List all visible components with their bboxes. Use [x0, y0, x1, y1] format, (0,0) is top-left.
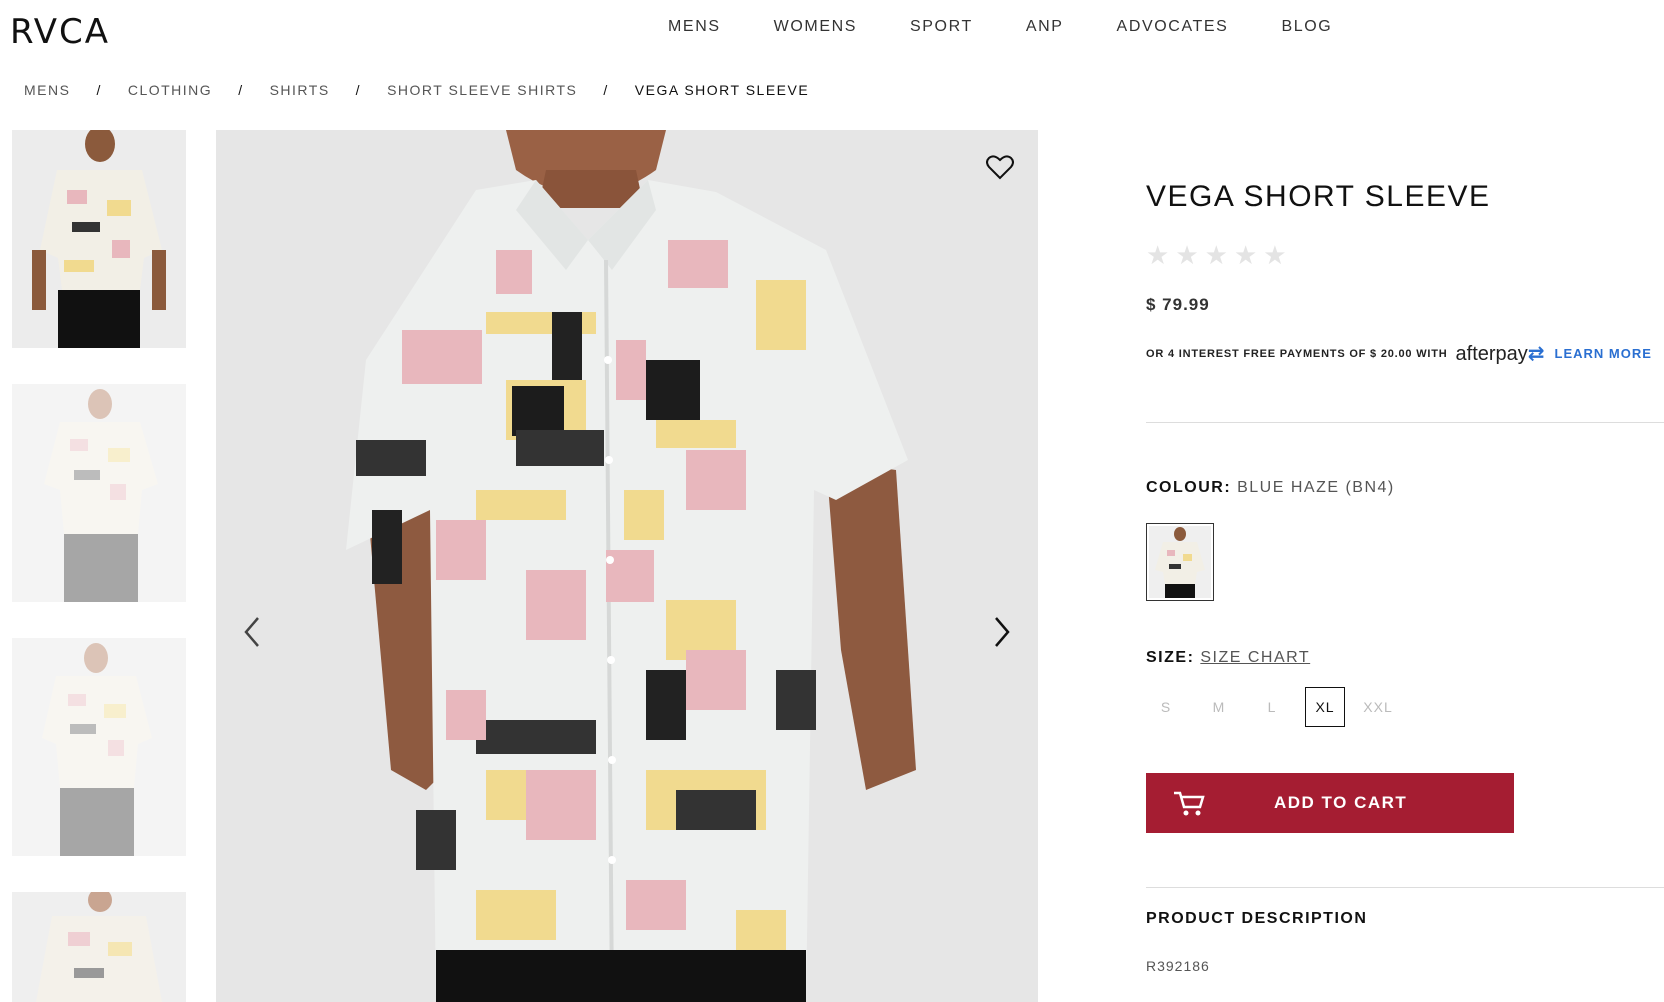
breadcrumb-separator: / [355, 82, 362, 98]
colour-swatch[interactable] [1146, 523, 1214, 601]
afterpay-text: OR 4 INTEREST FREE PAYMENTS OF $ 20.00 W… [1146, 347, 1448, 360]
prev-image-button[interactable] [240, 614, 264, 650]
breadcrumb-separator: / [96, 82, 102, 98]
nav-womens[interactable]: WOMENS [774, 18, 857, 36]
divider [1146, 887, 1664, 888]
learn-more-link[interactable]: LEARN MORE [1555, 346, 1652, 361]
size-option-s[interactable]: S [1146, 687, 1186, 727]
product-description-title: PRODUCT DESCRIPTION [1146, 910, 1368, 927]
thumbnail-front[interactable] [12, 130, 186, 348]
rvca-logo[interactable]: RVCA [10, 12, 110, 52]
afterpay-logo: afterpay⇄ [1455, 343, 1545, 365]
breadcrumb-separator: / [603, 82, 609, 98]
nav-advocates[interactable]: ADVOCATES [1117, 18, 1229, 36]
breadcrumb: MENS / CLOTHING / SHIRTS / SHORT SLEEVE … [24, 82, 809, 98]
product-price: $ 79.99 [1146, 295, 1210, 314]
thumbnail-side[interactable] [12, 638, 186, 856]
product-sku: R392186 [1146, 958, 1210, 974]
star-icon: ★ [1175, 240, 1199, 270]
heart-icon [986, 155, 1014, 180]
star-icon: ★ [1233, 240, 1258, 270]
product-details: VEGA SHORT SLEEVE ★ ★ ★ ★ ★ $ 79.99 OR 4… [1146, 180, 1664, 974]
size-option-l[interactable]: L [1252, 687, 1292, 727]
size-option-xl[interactable]: XL [1305, 687, 1345, 727]
divider [1146, 422, 1664, 423]
size-selector: S M L XL XXL [1146, 687, 1664, 727]
rating-stars[interactable]: ★ ★ ★ ★ ★ [1146, 240, 1664, 271]
size-option-xxl[interactable]: XXL [1358, 687, 1398, 727]
main-nav: MENS WOMENS SPORT ANP ADVOCATES BLOG [668, 18, 1385, 36]
chevron-right-icon [995, 617, 1010, 647]
thumbnail-full-front[interactable] [12, 384, 186, 602]
breadcrumb-current: VEGA SHORT SLEEVE [634, 82, 810, 98]
star-icon: ★ [1146, 240, 1170, 270]
next-image-button[interactable] [990, 614, 1014, 650]
breadcrumb-short-sleeve-shirts[interactable]: SHORT SLEEVE SHIRTS [387, 82, 577, 98]
nav-mens[interactable]: MENS [668, 18, 721, 36]
nav-blog[interactable]: BLOG [1281, 18, 1332, 36]
size-option-m[interactable]: M [1199, 687, 1239, 727]
favorite-button[interactable] [986, 154, 1014, 180]
chevron-left-icon [244, 617, 259, 647]
breadcrumb-shirts[interactable]: SHIRTS [270, 82, 330, 98]
nav-sport[interactable]: SPORT [910, 18, 973, 36]
afterpay-arrow-icon: ⇄ [1527, 343, 1545, 365]
afterpay-row: OR 4 INTEREST FREE PAYMENTS OF $ 20.00 W… [1146, 341, 1664, 366]
add-to-cart-label: ADD TO CART [1274, 793, 1408, 812]
nav-anp[interactable]: ANP [1026, 18, 1064, 36]
colour-value: BLUE HAZE (BN4) [1237, 479, 1395, 496]
breadcrumb-separator: / [238, 82, 244, 98]
size-label: SIZE: SIZE CHART [1146, 649, 1311, 666]
product-photo [216, 130, 1038, 1002]
main-product-image[interactable] [216, 130, 1038, 1002]
breadcrumb-clothing[interactable]: CLOTHING [128, 82, 212, 98]
star-icon: ★ [1263, 240, 1287, 270]
cart-icon [1174, 791, 1205, 816]
colour-label: COLOUR: BLUE HAZE (BN4) [1146, 479, 1395, 496]
star-icon: ★ [1204, 240, 1228, 270]
thumbnail-detail[interactable] [12, 892, 186, 1002]
product-title: VEGA SHORT SLEEVE [1146, 180, 1491, 213]
size-chart-link[interactable]: SIZE CHART [1200, 649, 1310, 666]
breadcrumb-mens[interactable]: MENS [24, 82, 70, 98]
add-to-cart-button[interactable]: ADD TO CART [1146, 773, 1514, 833]
